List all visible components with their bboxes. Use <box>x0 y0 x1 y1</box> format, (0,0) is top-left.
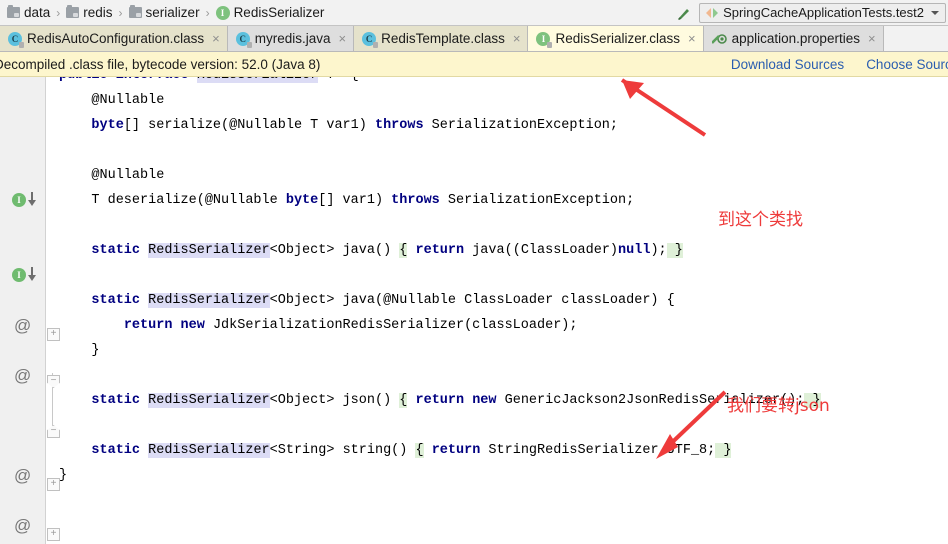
interface-implemented-icon: I <box>12 267 26 282</box>
annotation-text-2: 我们要转json <box>727 396 830 416</box>
chevron-down-icon[interactable] <box>931 10 939 15</box>
notification-links: Download Sources Choose Sources <box>731 57 948 72</box>
breadcrumb-label: serializer <box>145 5 200 20</box>
editor-tab-bar: C RedisAutoConfiguration.class × C myred… <box>0 26 948 52</box>
code-folding-strip[interactable] <box>46 77 59 544</box>
run-configuration-icon <box>706 7 719 18</box>
code-line: @Nullable <box>59 168 165 183</box>
annotation-text-1: 到这个类找 <box>718 210 803 230</box>
code-editor[interactable]: I I @ @ @ @ + − − + + public interface R… <box>0 77 948 544</box>
wrench-icon[interactable] <box>675 4 693 22</box>
code-line: } <box>59 468 68 483</box>
interface-file-icon: I <box>536 31 553 48</box>
download-sources-link[interactable]: Download Sources <box>731 57 844 72</box>
close-icon[interactable]: × <box>338 32 346 45</box>
breadcrumb-separator: › <box>205 5 210 20</box>
code-line: public interface RedisSerializer<T> { <box>59 77 359 88</box>
breadcrumb-label: data <box>24 5 51 20</box>
code-line: T deserialize(@Nullable byte[] var1) thr… <box>59 193 635 208</box>
breadcrumb-label: RedisSerializer <box>233 5 325 20</box>
class-file-icon: C <box>362 31 379 48</box>
breadcrumb-item-redis[interactable]: redis <box>63 5 115 20</box>
tab-label: RedisAutoConfiguration.class <box>27 31 205 46</box>
code-content[interactable]: public interface RedisSerializer<T> { @N… <box>59 77 948 544</box>
interface-icon: I <box>215 5 230 20</box>
properties-file-icon <box>711 32 727 45</box>
annotation-marker[interactable]: @ <box>14 367 31 384</box>
annotation-marker-icon: @ <box>14 366 32 385</box>
close-icon[interactable]: × <box>688 32 696 45</box>
class-file-icon: C <box>8 31 24 48</box>
arrow-down-icon <box>27 267 37 282</box>
tab-label: application.properties <box>731 31 860 46</box>
notification-message: Decompiled .class file, bytecode version… <box>0 56 321 72</box>
tab-myredis[interactable]: C myredis.java × <box>227 26 355 51</box>
code-line: } <box>59 343 100 358</box>
tab-label: RedisSerializer.class <box>555 31 681 46</box>
folder-icon <box>66 5 80 18</box>
decompiled-notification-bar: Decompiled .class file, bytecode version… <box>0 52 948 77</box>
breadcrumb-item-redisserializer[interactable]: I RedisSerializer <box>213 5 328 20</box>
code-line: static RedisSerializer<Object> json() { … <box>91 393 821 408</box>
interface-implementation-marker[interactable]: I <box>12 192 37 207</box>
tab-redisautoconfiguration[interactable]: C RedisAutoConfiguration.class × <box>0 26 228 51</box>
annotation-marker-icon: @ <box>14 316 32 335</box>
tab-label: myredis.java <box>254 31 331 46</box>
annotation-marker-icon: @ <box>14 516 32 535</box>
breadcrumb-item-serializer[interactable]: serializer <box>126 5 203 20</box>
choose-sources-link[interactable]: Choose Sources <box>866 57 948 72</box>
tab-redistemplate[interactable]: C RedisTemplate.class × <box>354 26 529 51</box>
annotation-marker[interactable]: @ <box>14 517 31 534</box>
breadcrumb-label: redis <box>83 5 113 20</box>
folder-icon <box>128 5 142 18</box>
folder-icon <box>7 5 20 18</box>
breadcrumb-separator: › <box>118 5 123 20</box>
breadcrumb-separator: › <box>56 5 61 20</box>
class-file-icon: C <box>235 31 252 48</box>
run-configuration-selector[interactable]: SpringCacheApplicationTests.test2 <box>699 2 946 23</box>
navbar-right-controls: SpringCacheApplicationTests.test2 <box>675 2 948 23</box>
annotation-marker[interactable]: @ <box>14 467 31 484</box>
tab-redisserializer[interactable]: I RedisSerializer.class × <box>528 26 704 51</box>
code-line: @Nullable <box>59 93 165 108</box>
close-icon[interactable]: × <box>868 32 876 45</box>
code-line: static RedisSerializer<String> string() … <box>91 443 732 458</box>
tab-application-properties[interactable]: application.properties × <box>703 26 884 51</box>
annotation-marker[interactable]: @ <box>14 317 31 334</box>
interface-implemented-icon: I <box>12 192 26 207</box>
code-line: static RedisSerializer<Object> java(@Nul… <box>91 293 675 308</box>
tab-label: RedisTemplate.class <box>381 31 505 46</box>
arrow-down-icon <box>27 192 37 207</box>
close-icon[interactable]: × <box>513 32 521 45</box>
tab-bar-filler <box>883 26 948 51</box>
annotation-marker-icon: @ <box>14 466 32 485</box>
breadcrumb: data › redis › serializer › I RedisSeria… <box>0 5 327 20</box>
code-line: return new JdkSerializationRedisSerializ… <box>123 318 578 333</box>
interface-implementation-marker[interactable]: I <box>12 267 37 282</box>
breadcrumb-item-data[interactable]: data <box>4 5 53 20</box>
breadcrumb-bar: data › redis › serializer › I RedisSeria… <box>0 0 948 26</box>
code-line: byte[] serialize(@Nullable T var1) throw… <box>91 118 619 133</box>
close-icon[interactable]: × <box>212 32 220 45</box>
code-line: static RedisSerializer<Object> java() { … <box>91 243 683 258</box>
run-configuration-label: SpringCacheApplicationTests.test2 <box>723 5 924 20</box>
